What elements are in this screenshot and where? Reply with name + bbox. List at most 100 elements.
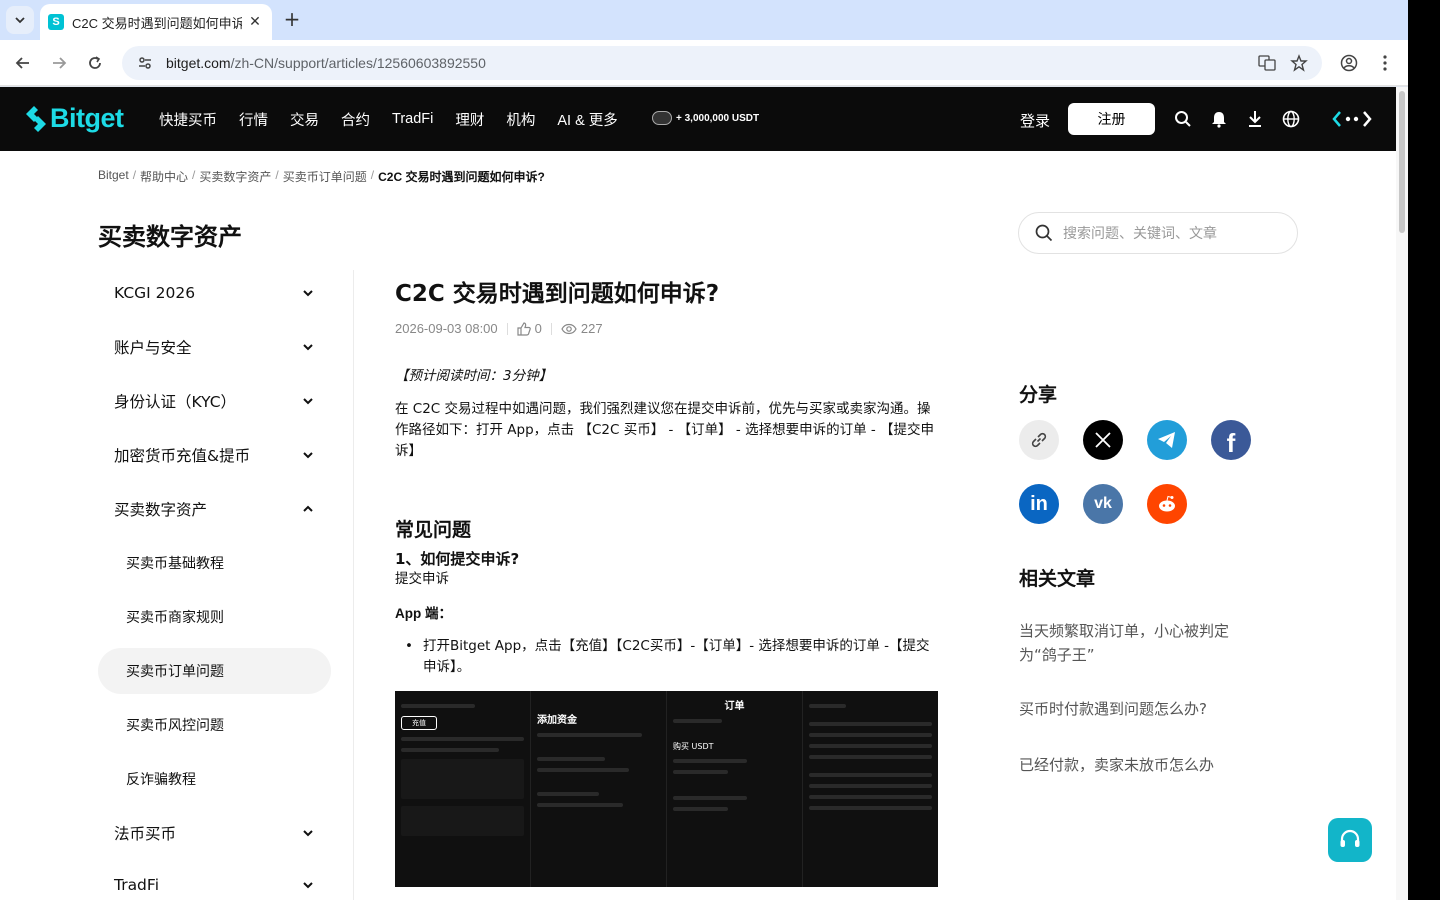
category-title: 买卖数字资产 (98, 223, 242, 251)
breadcrumb-category[interactable]: 买卖数字资产 (199, 168, 271, 185)
nav-markets[interactable]: 行情 (239, 109, 268, 130)
url-text: bitget.com/zh-CN/support/articles/125606… (166, 55, 486, 71)
app-label: App 端： (395, 606, 452, 621)
close-tab-icon[interactable]: ✕ (246, 14, 264, 30)
search-icon (1035, 224, 1053, 242)
logo-text: Bitget (50, 103, 124, 133)
sidebar-item-label: 身份认证（KYC） (114, 393, 237, 411)
telegram-icon[interactable] (1147, 420, 1187, 460)
globe-icon[interactable] (1281, 109, 1301, 129)
sidebar-item-label: 账户与安全 (114, 339, 192, 357)
promo-banner[interactable]: + 3,000,000 USDT (652, 111, 759, 125)
sidebar-item-account-security[interactable]: 账户与安全 (98, 324, 331, 370)
search-icon[interactable] (1173, 109, 1193, 129)
nav-quick-buy[interactable]: 快捷买币 (159, 109, 217, 130)
sidebar-item-deposit-withdraw[interactable]: 加密货币充值&提币 (98, 432, 331, 478)
related-article-link[interactable]: 买币时付款遇到问题怎么办? (1019, 697, 1249, 721)
download-icon[interactable] (1245, 109, 1265, 129)
sidebar-sub-risk-control[interactable]: 买卖币风控问题 (98, 702, 331, 748)
question-subtitle: 提交申诉 (395, 571, 449, 587)
related-heading: 相关文章 (1019, 568, 1096, 590)
view-count: 227 (580, 321, 603, 336)
breadcrumb-home[interactable]: Bitget (98, 168, 129, 185)
breadcrumb-section[interactable]: 买卖币订单问题 (283, 168, 367, 185)
browser-tab[interactable]: S C2C 交易时遇到问题如何申诉 ✕ (40, 4, 272, 40)
facebook-icon[interactable]: f (1211, 420, 1251, 460)
chevron-down-icon (303, 882, 313, 889)
screenshot-title: 订单 (724, 701, 745, 712)
help-search-input[interactable]: 搜索问题、关键词、文章 (1018, 212, 1298, 254)
nav-tradfi[interactable]: TradFi (392, 111, 433, 127)
views: 227 (561, 321, 603, 336)
translate-icon[interactable] (1258, 54, 1276, 72)
bitget-logo[interactable]: Bitget (24, 103, 124, 134)
browser-tabstrip: S C2C 交易时遇到问题如何申诉 ✕ + (0, 0, 1408, 40)
sidebar-item-fiat[interactable]: 法币买币 (98, 810, 331, 856)
category-sidebar: KCGI 2026 账户与安全 身份认证（KYC） 加密货币充值&提币 买卖数字… (98, 270, 354, 900)
copy-link-icon[interactable] (1019, 420, 1059, 460)
sidebar-item-kyc[interactable]: 身份认证（KYC） (98, 378, 331, 424)
scrollbar-thumb[interactable] (1399, 91, 1405, 233)
browser-toolbar: bitget.com/zh-CN/support/articles/125606… (0, 40, 1408, 86)
sidebar-sub-basics[interactable]: 买卖币基础教程 (98, 540, 331, 586)
browser-menu-icon[interactable] (1373, 51, 1397, 75)
bell-icon[interactable] (1209, 109, 1229, 129)
breadcrumb-current: C2C 交易时遇到问题如何申诉? (378, 170, 545, 184)
nav-earn[interactable]: 理财 (455, 109, 484, 130)
screenshot-title: 添加资金 (537, 715, 577, 726)
chevron-down-icon (303, 290, 313, 297)
customer-support-button[interactable] (1328, 818, 1372, 862)
linkedin-icon[interactable]: in (1019, 484, 1059, 524)
forward-button[interactable] (47, 51, 71, 75)
new-tab-button[interactable]: + (280, 8, 304, 32)
chevron-up-icon (303, 505, 313, 512)
eye-icon (561, 323, 577, 334)
related-article-link[interactable]: 当天频繁取消订单，小心被判定为“鸽子王” (1019, 619, 1249, 667)
bookmark-star-icon[interactable] (1290, 54, 1308, 72)
signup-button[interactable]: 注册 (1068, 103, 1155, 135)
sidebar-item-tradfi[interactable]: TradFi (98, 862, 331, 900)
promo-badge-icon (652, 111, 672, 125)
arrow-right-icon (53, 57, 67, 69)
article-date: 2026-09-03 08:00 (395, 321, 498, 336)
login-link[interactable]: 登录 (1020, 110, 1050, 131)
webpage: Bitget 快捷买币 行情 交易 合约 TradFi 理财 机构 AI & 更… (0, 87, 1396, 900)
screenshot-label: 购买 USDT (673, 742, 714, 751)
promo-text: + 3,000,000 USDT (676, 112, 760, 124)
x-twitter-icon[interactable] (1083, 420, 1123, 460)
nav-trade[interactable]: 交易 (290, 109, 319, 130)
like-button[interactable]: 0 (517, 321, 542, 336)
tab-title: C2C 交易时遇到问题如何申诉 (72, 15, 242, 31)
screenshot-panel-order-detail (803, 691, 938, 887)
screenshot-panel-home: 充值 (395, 691, 531, 887)
back-button[interactable] (11, 51, 35, 75)
vk-icon[interactable]: vk (1083, 484, 1123, 524)
site-settings-icon[interactable] (136, 54, 154, 72)
sidebar-sub-merchant-rules[interactable]: 买卖币商家规则 (98, 594, 331, 640)
theme-toggle-icon[interactable] (1332, 109, 1372, 129)
page-scrollbar[interactable] (1396, 87, 1408, 900)
profile-icon[interactable] (1337, 51, 1361, 75)
breadcrumb-help-center[interactable]: 帮助中心 (140, 168, 188, 185)
sidebar-item-label: 加密货币充值&提币 (114, 447, 251, 465)
sidebar-item-kcgi[interactable]: KCGI 2026 (98, 270, 331, 316)
nav-ai-more[interactable]: AI & 更多 (557, 109, 617, 130)
nav-futures[interactable]: 合约 (341, 109, 370, 130)
tab-search-button[interactable] (6, 6, 34, 34)
sidebar-sub-anti-fraud[interactable]: 反诈骗教程 (98, 756, 331, 802)
search-placeholder: 搜索问题、关键词、文章 (1063, 226, 1217, 242)
reload-button[interactable] (83, 51, 107, 75)
screen-edge (1408, 0, 1440, 900)
screenshot-panel-add-funds: 添加资金 (531, 691, 667, 887)
sidebar-item-buy-sell[interactable]: 买卖数字资产 (98, 486, 331, 532)
sidebar-sub-order-issues[interactable]: 买卖币订单问题 (98, 648, 331, 694)
article-intro: 在 C2C 交易过程中如遇问题，我们强烈建议您在提交申诉前，优先与买家或卖家沟通… (395, 401, 935, 459)
address-bar[interactable]: bitget.com/zh-CN/support/articles/125606… (122, 46, 1322, 80)
site-header: Bitget 快捷买币 行情 交易 合约 TradFi 理财 机构 AI & 更… (0, 87, 1396, 151)
reddit-icon[interactable] (1147, 484, 1187, 524)
chevron-down-icon (15, 17, 25, 24)
sidebar-item-label: TradFi (114, 876, 159, 894)
related-article-link[interactable]: 已经付款，卖家未放币怎么办 (1019, 753, 1249, 777)
nav-institutional[interactable]: 机构 (506, 109, 535, 130)
chevron-down-icon (303, 830, 313, 837)
